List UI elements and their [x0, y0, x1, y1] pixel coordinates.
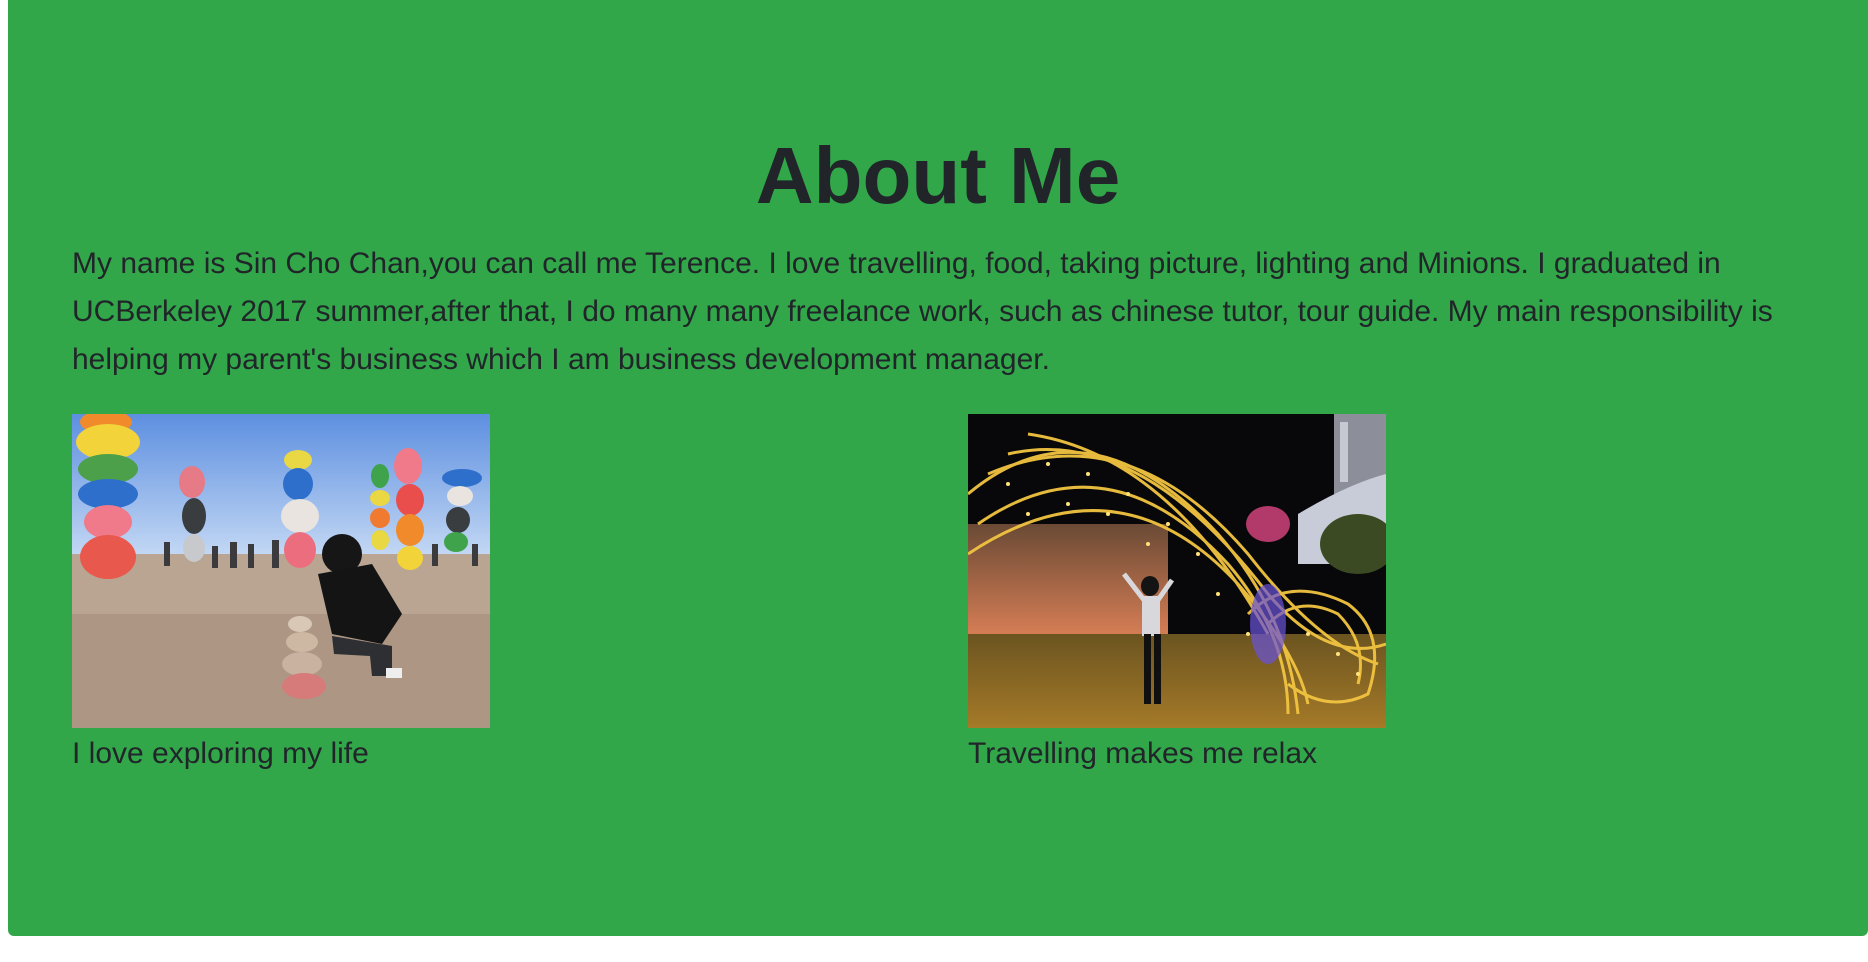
photo-caption: I love exploring my life [72, 737, 369, 770]
photo-card-exploring: I love exploring my life [72, 414, 492, 772]
about-section: About Me My name is Sin Cho Chan,you can… [8, 0, 1868, 936]
photo-caption: Travelling makes me relax [968, 737, 1317, 770]
about-paragraph: My name is Sin Cho Chan,you can call me … [72, 247, 1773, 376]
photo-card-travelling: Travelling makes me relax [968, 414, 1388, 772]
rock-towers-photo [72, 414, 490, 728]
page-title: About Me [755, 131, 1121, 220]
light-tunnel-photo [968, 414, 1386, 728]
